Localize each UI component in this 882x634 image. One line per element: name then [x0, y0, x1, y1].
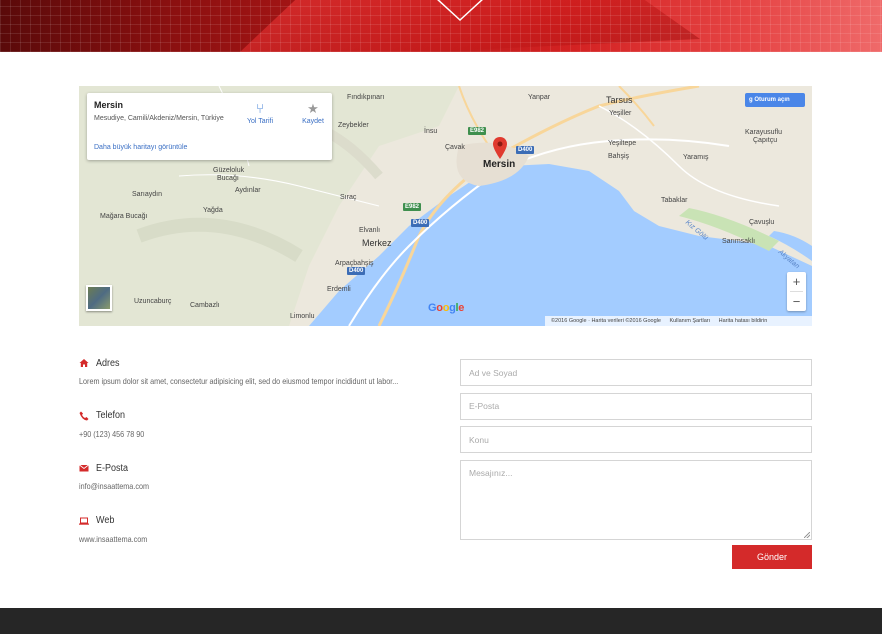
road-shield: E982	[403, 203, 422, 211]
place-name: Mersin	[94, 100, 124, 110]
map-label: Merkez	[362, 238, 392, 248]
sign-in-label: Oturum açın	[754, 97, 790, 103]
name-input[interactable]	[460, 359, 812, 386]
submit-button[interactable]: Gönder	[732, 545, 812, 569]
address-title: Adres	[96, 357, 120, 369]
save-place-button[interactable]: ★ Kaydet	[293, 100, 333, 125]
embedded-map[interactable]: Fındıkpınarı Yanpar Tarsus Zeybekler İns…	[79, 86, 812, 326]
zoom-in-button[interactable]: +	[787, 272, 806, 291]
map-attribution: ©2016 Google · Harita verileri ©2016 Goo…	[545, 316, 812, 326]
road-shield: E982	[468, 127, 487, 135]
contact-form	[460, 359, 812, 540]
phone-title: Telefon	[96, 410, 126, 421]
save-label: Kaydet	[302, 118, 324, 125]
satellite-toggle[interactable]	[86, 285, 112, 311]
map-label: Fındıkpınarı	[347, 94, 385, 101]
footer-bar	[0, 608, 882, 634]
message-wrapper	[460, 459, 812, 540]
map-label: Arpaçbahşiş	[335, 260, 374, 267]
laptop-icon	[79, 517, 89, 525]
header-banner	[0, 0, 882, 52]
map-label: Limonlu	[290, 313, 315, 320]
envelope-icon	[79, 464, 89, 472]
zoom-out-button[interactable]: −	[787, 292, 806, 311]
road-shield: D400	[347, 267, 366, 275]
map-label: Zeybekler	[338, 122, 369, 129]
directions-label: Yol Tarifi	[246, 118, 274, 125]
map-label: Sıraç	[340, 194, 357, 201]
map-label: Yaramış	[683, 154, 709, 161]
map-label: Yeşiller	[609, 110, 632, 117]
map-label: Tarsus	[606, 95, 633, 105]
map-label: Sarımsaklı	[722, 238, 756, 245]
google-g-icon: g	[749, 97, 753, 103]
web-title: Web	[96, 515, 115, 526]
map-label: İnsu	[424, 128, 438, 135]
map-label: Erdemli	[327, 286, 351, 293]
message-textarea[interactable]	[460, 459, 812, 540]
address-value: Lorem ipsum dolor sit amet, consectetur …	[79, 376, 399, 386]
map-label: Çapıtçu	[753, 137, 778, 144]
email-input[interactable]	[460, 392, 812, 420]
contact-email: E-Posta info@insaattema.com	[79, 461, 439, 514]
report-error-link[interactable]: Harita hatası bildirin	[719, 318, 768, 324]
home-icon	[79, 359, 89, 367]
directions-button[interactable]: ⑂ Yol Tarifi	[240, 100, 280, 125]
star-icon: ★	[307, 101, 319, 116]
contact-address: Adres Lorem ipsum dolor sit amet, consec…	[79, 356, 439, 409]
map-label-city: Mersin	[483, 159, 516, 170]
email-title: E-Posta	[96, 462, 129, 474]
road-shield: D400	[411, 219, 430, 227]
contact-info: Adres Lorem ipsum dolor sit amet, consec…	[79, 356, 439, 566]
map-label: Yeşiltepe	[608, 140, 637, 147]
map-label: Bucağı	[217, 175, 239, 182]
directions-icon: ⑂	[256, 101, 264, 116]
map-label: Uzuncaburç	[134, 298, 172, 305]
map-label: Çavak	[445, 144, 465, 151]
zoom-controls: + −	[787, 272, 806, 311]
larger-map-link[interactable]: Daha büyük haritayı görüntüle	[94, 144, 187, 151]
map-label: Karayusuflu	[745, 129, 782, 136]
map-label: Güzeloluk	[213, 167, 245, 174]
sign-in-button[interactable]: g Oturum açın	[745, 93, 805, 107]
phone-value: +90 (123) 456 78 90	[79, 428, 145, 439]
map-copyright: ©2016 Google · Harita verileri ©2016 Goo…	[551, 318, 661, 324]
subject-input[interactable]	[460, 426, 812, 453]
map-label: Mağara Bucağı	[100, 213, 148, 220]
road-shield: D400	[516, 146, 535, 154]
map-label: Yağda	[203, 207, 223, 214]
map-label: Çavuşlu	[749, 219, 775, 226]
chevron-down-icon	[437, 0, 483, 22]
map-label: Aydınlar	[235, 187, 261, 194]
map-label: Yanpar	[528, 94, 551, 101]
email-value[interactable]: info@insaattema.com	[79, 481, 385, 491]
contact-phone: Telefon +90 (123) 456 78 90	[79, 409, 439, 462]
map-label: Bahşiş	[608, 153, 630, 160]
web-value[interactable]: www.insaattema.com	[79, 534, 385, 544]
map-label: Sarıaydın	[132, 191, 162, 198]
place-address: Mesudiye, Camili/Akdeniz/Mersin, Türkiye	[94, 115, 224, 122]
map-label: Elvanlı	[359, 227, 381, 234]
map-label: Cambazlı	[190, 302, 220, 309]
phone-icon	[79, 411, 89, 420]
map-label: Tabaklar	[661, 197, 688, 204]
contact-web: Web www.insaattema.com	[79, 514, 439, 567]
google-logo: Google	[428, 302, 465, 314]
place-info-card: Mersin Mesudiye, Camili/Akdeniz/Mersin, …	[87, 93, 332, 160]
map-pin-icon[interactable]	[493, 137, 507, 159]
resize-handle-icon[interactable]	[804, 531, 810, 538]
terms-link[interactable]: Kullanım Şartları	[669, 318, 710, 324]
